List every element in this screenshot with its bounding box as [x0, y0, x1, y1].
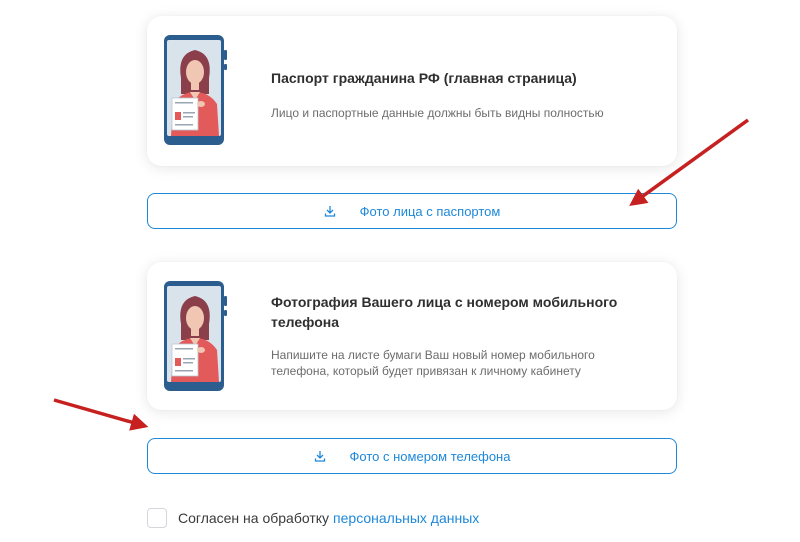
phone-number-instruction-card: Фотография Вашего лица с номером мобильн… — [147, 262, 677, 410]
upload-photo-with-phone-button[interactable]: Фото с номером телефона — [147, 438, 677, 474]
upload-button-label: Фото лица с паспортом — [359, 203, 501, 219]
passport-card-text: Паспорт гражданина РФ (главная страница)… — [271, 68, 637, 121]
red-arrow-annotation — [53, 398, 149, 431]
download-icon — [324, 206, 335, 217]
consent-row: Согласен на обработку персональных данны… — [147, 507, 479, 529]
personal-data-link[interactable]: персональных данных — [333, 510, 479, 526]
upload-button-label: Фото с номером телефона — [349, 448, 511, 464]
passport-instruction-card: Паспорт гражданина РФ (главная страница)… — [147, 16, 677, 166]
phone-woman-passport-illustration — [164, 281, 227, 391]
card-description: Лицо и паспортные данные должны быть вид… — [271, 106, 604, 120]
card-description: Напишите на листе бумаги Ваш новый номер… — [271, 348, 595, 378]
download-icon — [314, 451, 325, 462]
upload-photo-with-passport-button[interactable]: Фото лица с паспортом — [147, 193, 677, 229]
phone-woman-passport-illustration — [164, 35, 227, 145]
consent-label: Согласен на обработку — [178, 510, 330, 526]
card-title: Фотография Вашего лица с номером мобильн… — [271, 294, 618, 330]
card-title: Паспорт гражданина РФ (главная страница) — [271, 70, 577, 86]
phone-card-text: Фотография Вашего лица с номером мобильн… — [271, 292, 637, 379]
consent-checkbox[interactable] — [147, 508, 167, 528]
